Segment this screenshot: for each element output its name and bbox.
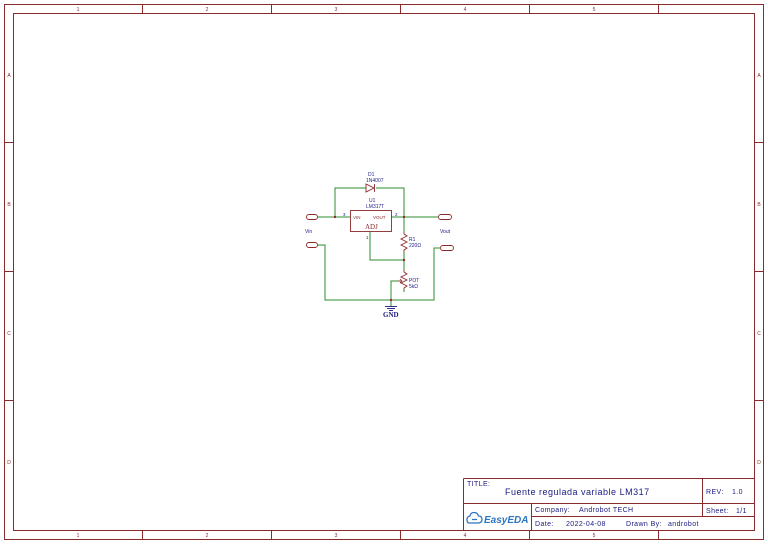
drawn-by-value: androbot xyxy=(668,521,699,528)
connector-vout[interactable] xyxy=(438,214,452,220)
frame-row-dividers xyxy=(4,142,764,401)
u1-pin-vin: VIN xyxy=(353,215,361,220)
sheet-value: 1/1 xyxy=(736,508,747,515)
schematic-sheet: 1 2 3 4 5 1 2 3 4 5 A B C D A B C D D1 1… xyxy=(4,4,764,540)
diode-symbol xyxy=(365,183,376,193)
net-label-vin: Vin xyxy=(305,229,312,235)
date-label: Date: xyxy=(535,521,554,528)
connector-vout-gnd[interactable] xyxy=(440,245,454,251)
cloud-icon xyxy=(466,511,483,524)
col-label: 4 xyxy=(464,533,467,539)
diode-d1[interactable]: D1 1N4007 xyxy=(365,172,384,193)
row-label: A xyxy=(7,73,11,79)
connector-vin-gnd[interactable] xyxy=(306,242,318,248)
rev-label: REV: xyxy=(706,489,724,496)
frame-column-dividers xyxy=(142,4,659,540)
sheet-outer-border xyxy=(4,4,764,540)
pot-zigzag xyxy=(399,270,409,289)
drawn-by-label: Drawn By: xyxy=(626,521,662,528)
r1-value: 220Ω xyxy=(409,243,421,249)
net-label-vout: Vout xyxy=(440,229,451,235)
sheet-inner-border xyxy=(13,13,755,531)
row-label: B xyxy=(7,202,11,208)
col-label: 2 xyxy=(206,7,209,13)
row-label: B xyxy=(757,202,761,208)
potentiometer-pot[interactable]: POT 5kΩ xyxy=(398,270,419,290)
title-label: TITLE: xyxy=(467,481,490,488)
date-value: 2022-04-08 xyxy=(566,521,606,528)
company-value: Androbot TECH xyxy=(579,507,633,514)
frame-column-labels-bottom: 1 2 3 4 5 xyxy=(77,533,596,539)
frame-column-labels-top: 1 2 3 4 5 xyxy=(77,7,596,13)
ground-symbol xyxy=(385,306,397,311)
company-label: Company: xyxy=(535,507,570,514)
u1-pin-vout: VOUT xyxy=(373,215,386,220)
u1-pin-number-1: 1 xyxy=(366,235,369,240)
gnd-label: GND xyxy=(383,311,399,319)
row-label: C xyxy=(7,331,11,337)
connector-vin[interactable] xyxy=(306,214,318,220)
logo-text: EasyEDA xyxy=(484,515,528,526)
col-label: 5 xyxy=(593,533,596,539)
row-label: C xyxy=(757,331,761,337)
d1-value: 1N4007 xyxy=(366,178,384,184)
easyeda-logo: EasyEDA xyxy=(466,511,528,526)
resistor-r1[interactable]: R1 220Ω xyxy=(399,232,421,252)
col-label: 5 xyxy=(593,7,596,13)
row-label: D xyxy=(757,460,761,466)
u1-pin-number-2: 2 xyxy=(395,212,398,217)
u1-value: LM317T xyxy=(366,204,384,210)
r1-zigzag xyxy=(399,232,409,252)
col-label: 3 xyxy=(335,533,338,539)
col-label: 2 xyxy=(206,533,209,539)
frame-row-labels-left: A B C D xyxy=(7,73,11,466)
rev-value: 1.0 xyxy=(732,489,743,496)
row-label: A xyxy=(757,73,761,79)
drawing-title: Fuente regulada variable LM317 xyxy=(505,487,650,497)
col-label: 4 xyxy=(464,7,467,13)
u1-pin-number-3: 3 xyxy=(343,212,346,217)
col-label: 3 xyxy=(335,7,338,13)
u1-pin-adj: ADJ xyxy=(365,223,378,231)
pot-value: 5kΩ xyxy=(409,284,418,290)
col-label: 1 xyxy=(77,533,80,539)
row-label: D xyxy=(7,460,11,466)
frame-row-labels-right: A B C D xyxy=(757,73,761,466)
col-label: 1 xyxy=(77,7,80,13)
sheet-label: Sheet: xyxy=(706,508,729,515)
